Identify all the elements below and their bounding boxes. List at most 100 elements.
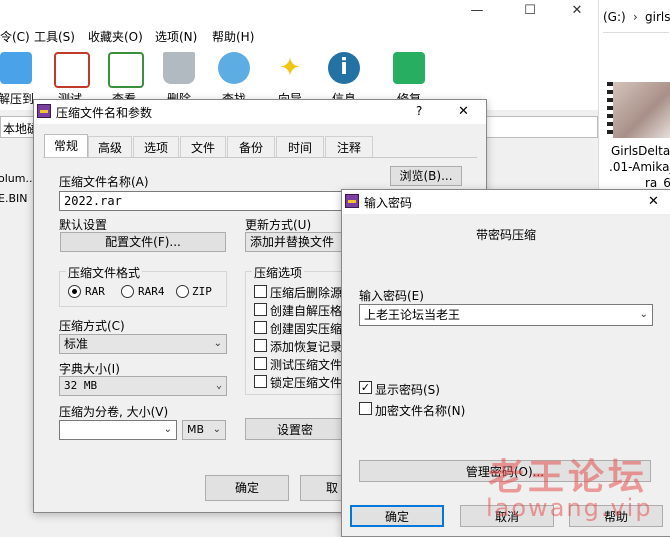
breadcrumb-sep: › xyxy=(633,10,638,24)
option-lock-checkbox[interactable] xyxy=(254,375,267,388)
password-ok-button[interactable]: 确定 xyxy=(350,505,444,527)
thumb-caption: ra_6 xyxy=(645,176,670,190)
explorer-drive[interactable]: (G:) xyxy=(603,10,626,24)
update-mode-select[interactable]: 添加并替换文件 xyxy=(245,232,345,252)
menu-favorites[interactable]: 收藏夹(O) xyxy=(88,28,143,45)
format-group-title: 压缩文件格式 xyxy=(66,264,143,281)
format-rar4-radio[interactable] xyxy=(121,285,134,298)
menu-options[interactable]: 选项(N) xyxy=(155,28,197,45)
trash-icon xyxy=(163,52,195,84)
option-sfx-checkbox[interactable] xyxy=(254,303,267,316)
password-dialog-titlebar: 输入密码 ✕ xyxy=(342,190,670,214)
thumb-caption: .01-Amika_ xyxy=(609,160,670,174)
option-delete-source-checkbox[interactable] xyxy=(254,285,267,298)
format-zip-radio[interactable] xyxy=(176,285,189,298)
chevron-down-icon: ⌄ xyxy=(639,309,648,320)
close-icon[interactable]: ✕ xyxy=(458,104,469,119)
options-group-title: 压缩选项 xyxy=(252,264,305,281)
method-select[interactable]: 标准 ⌄ xyxy=(59,334,227,354)
menu-help[interactable]: 帮助(H) xyxy=(212,28,254,45)
password-heading: 带密码压缩 xyxy=(476,228,537,242)
toolbar-info-button[interactable]: i 信息 xyxy=(320,50,368,106)
help-icon[interactable]: ? xyxy=(416,104,422,118)
menu-tools[interactable]: 工具(S) xyxy=(34,28,75,45)
info-icon: i xyxy=(328,52,360,84)
close-icon[interactable]: ✕ xyxy=(648,194,659,209)
tab-divider xyxy=(43,157,477,158)
film-strip-icon xyxy=(607,82,613,138)
set-password-button[interactable]: 设置密 xyxy=(245,418,345,440)
format-rar4-label: RAR4 xyxy=(138,285,165,298)
tab-options[interactable]: 选项 xyxy=(133,136,179,158)
magnifier-icon xyxy=(218,52,250,84)
option-label: 创建固实压缩 xyxy=(270,322,343,336)
menu-command[interactable]: 令(C) xyxy=(0,28,30,45)
default-settings-label: 默认设置 xyxy=(59,218,108,232)
dict-value: 32 MB xyxy=(64,379,98,392)
close-icon[interactable]: ✕ xyxy=(562,2,592,20)
winrar-icon xyxy=(345,194,359,208)
option-label: 测试压缩文件 xyxy=(270,358,343,372)
split-unit: MB xyxy=(187,423,205,436)
password-value: 上老王论坛当老王 xyxy=(364,308,461,322)
archive-dialog-titlebar: 压缩文件名和参数 ? ✕ xyxy=(34,100,486,124)
profiles-button[interactable]: 配置文件(F)... xyxy=(60,232,226,252)
encrypt-names-checkbox[interactable] xyxy=(359,402,372,415)
option-label: 锁定压缩文件 xyxy=(270,376,343,390)
option-recovery-checkbox[interactable] xyxy=(254,339,267,352)
password-input[interactable]: 上老王论坛当老王 ⌄ xyxy=(359,304,653,326)
show-password-checkbox[interactable]: ✓ xyxy=(359,381,372,394)
format-rar-radio[interactable] xyxy=(68,285,81,298)
option-solid-checkbox[interactable] xyxy=(254,321,267,334)
video-thumbnail[interactable] xyxy=(607,82,670,138)
archive-dialog-title: 压缩文件名和参数 xyxy=(56,106,153,120)
split-unit-select[interactable]: MB ⌄ xyxy=(182,420,226,440)
archive-ok-button[interactable]: 确定 xyxy=(205,475,289,501)
format-rar-label: RAR xyxy=(85,285,105,298)
archive-cancel-button[interactable]: 取 xyxy=(300,475,345,501)
chevron-down-icon: ⌄ xyxy=(212,424,221,435)
menubar: 令(C) 工具(S) 收藏夹(O) 选项(N) 帮助(H) xyxy=(0,24,598,46)
file-item[interactable]: olum.. xyxy=(0,172,32,185)
dict-select[interactable]: 32 MB ⌄ xyxy=(59,376,227,396)
toolbar-test-button[interactable]: 测试 xyxy=(46,50,94,106)
divider xyxy=(603,32,669,33)
extract-folder-icon xyxy=(0,52,32,84)
toolbar-extract-button[interactable]: 解压到 xyxy=(0,50,40,106)
encrypt-names-label: 加密文件名称(N) xyxy=(375,404,466,418)
tab-advanced[interactable]: 高级 xyxy=(88,136,132,158)
winrar-icon xyxy=(37,104,51,118)
dict-label: 字典大小(I) xyxy=(59,362,120,376)
explorer-folder[interactable]: girls xyxy=(645,10,670,24)
minimize-icon[interactable]: — xyxy=(462,2,492,20)
toolbar-wizard-button[interactable]: ✦ 向导 xyxy=(266,50,314,106)
chevron-down-icon: ⌄ xyxy=(163,424,172,435)
toolbar-repair-button[interactable]: 修复 xyxy=(385,50,433,106)
toolbar-view-button[interactable]: 查看 xyxy=(100,50,148,106)
tab-general[interactable]: 常规 xyxy=(44,134,88,158)
repair-icon xyxy=(393,52,425,84)
file-item[interactable]: E.BIN xyxy=(0,192,27,205)
split-label: 压缩为分卷, 大小(V) xyxy=(59,405,169,419)
option-label: 压缩后删除源 xyxy=(270,286,343,300)
chevron-down-icon: ⌄ xyxy=(213,338,222,349)
password-label: 输入密码(E) xyxy=(359,289,424,303)
archive-name-input[interactable]: 2022.rar xyxy=(59,191,349,211)
browse-button[interactable]: 浏览(B)... xyxy=(390,166,462,186)
tab-backup[interactable]: 备份 xyxy=(227,136,275,158)
chevron-down-icon: ⌄ xyxy=(215,380,222,391)
method-value: 标准 xyxy=(64,337,89,351)
tab-files[interactable]: 文件 xyxy=(180,136,226,158)
tab-time[interactable]: 时间 xyxy=(276,136,324,158)
main-titlebar: — ☐ ✕ xyxy=(0,0,598,24)
watermark-text: 老王论坛 xyxy=(488,457,649,498)
option-test-checkbox[interactable] xyxy=(254,357,267,370)
split-size-input[interactable]: ⌄ xyxy=(59,420,177,440)
toolbar-delete-button[interactable]: 删除 xyxy=(155,50,203,106)
toolbar-find-button[interactable]: 查找 xyxy=(210,50,258,106)
wizard-wand-icon: ✦ xyxy=(274,52,306,84)
watermark-url: laowang.vip xyxy=(486,494,653,522)
option-label: 创建自解压格 xyxy=(270,304,343,318)
tab-comment[interactable]: 注释 xyxy=(325,136,373,158)
maximize-icon[interactable]: ☐ xyxy=(515,2,545,20)
